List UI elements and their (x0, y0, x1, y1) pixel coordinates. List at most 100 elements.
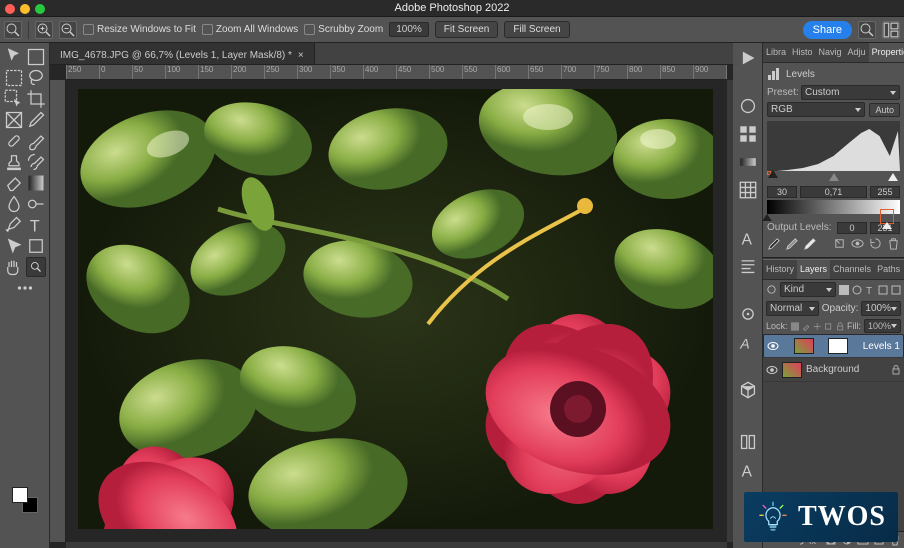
tab-history2[interactable]: History (763, 260, 797, 279)
layer-name[interactable]: Background (806, 364, 859, 375)
search-icon[interactable] (858, 21, 876, 39)
close-tab-icon[interactable]: × (298, 50, 304, 61)
scrubby-zoom-option[interactable]: Scrubby Zoom (304, 24, 383, 35)
lock-move-icon[interactable] (813, 321, 821, 332)
filter-kind-select[interactable]: Kind (780, 282, 836, 297)
blur-tool-icon[interactable] (4, 194, 24, 214)
tab-layers[interactable]: Layers (797, 260, 830, 279)
tab-channels[interactable]: Channels (830, 260, 874, 279)
dodge-tool-icon[interactable] (26, 194, 46, 214)
crop-tool-icon[interactable] (26, 89, 46, 109)
zoom-tool-icon[interactable] (4, 21, 22, 39)
resize-windows-option[interactable]: Resize Windows to Fit (83, 24, 196, 35)
layer-name[interactable]: Levels 1 (863, 341, 900, 352)
stamp-tool-icon[interactable] (4, 152, 24, 172)
input-shadow[interactable] (767, 186, 797, 198)
foreground-swatch[interactable] (12, 487, 28, 503)
preset-select[interactable]: Custom (801, 85, 900, 100)
filter-icon[interactable] (766, 284, 777, 295)
trash-icon[interactable] (887, 237, 900, 250)
zoom-all-option[interactable]: Zoom All Windows (202, 24, 298, 35)
object-select-tool-icon[interactable] (4, 89, 24, 109)
type-tool-icon[interactable]: T (26, 215, 46, 235)
lock-artboard-icon[interactable] (824, 321, 832, 332)
tab-libraries[interactable]: Libra (763, 43, 789, 62)
group-icon[interactable] (857, 534, 869, 546)
shape-tool-icon[interactable] (26, 236, 46, 256)
eyedropper-tool-icon[interactable] (26, 110, 46, 130)
gradient-tool-icon[interactable] (26, 173, 46, 193)
sample-black-icon[interactable] (767, 237, 780, 250)
tab-paths[interactable]: Paths (874, 260, 903, 279)
marquee-tool-icon[interactable] (4, 68, 24, 88)
artboard-tool-icon[interactable] (26, 47, 46, 67)
scrollbar-vertical[interactable] (727, 80, 733, 542)
delete-layer-icon[interactable] (889, 534, 901, 546)
filter-adjust-icon[interactable] (852, 285, 862, 295)
fill-input[interactable]: 100% (864, 319, 901, 333)
brush-panel-icon[interactable] (739, 305, 757, 323)
lock-brush-icon[interactable] (802, 321, 810, 332)
share-button[interactable]: Share (803, 21, 852, 39)
filter-type-icon[interactable]: T (865, 285, 875, 295)
canvas[interactable] (78, 89, 713, 529)
zoom-out-icon[interactable] (59, 21, 77, 39)
eraser-tool-icon[interactable] (4, 173, 24, 193)
mask-icon[interactable] (825, 534, 837, 546)
fit-screen-button[interactable]: Fit Screen (435, 21, 499, 38)
filter-smart-icon[interactable] (891, 285, 901, 295)
adjustment-icon[interactable] (841, 534, 853, 546)
lock-all-icon[interactable] (836, 321, 844, 332)
fx-icon[interactable]: fx (809, 534, 821, 546)
tab-properties[interactable]: Properties (869, 43, 904, 62)
fill-screen-button[interactable]: Fill Screen (504, 21, 569, 38)
output-highlight-slider[interactable] (882, 211, 892, 229)
frame-tool-icon[interactable] (4, 110, 24, 130)
color-panel-icon[interactable] (739, 97, 757, 115)
play-icon[interactable] (739, 49, 757, 67)
patterns-panel-icon[interactable] (739, 181, 757, 199)
ruler-vertical[interactable] (50, 80, 66, 542)
input-midtone[interactable] (800, 186, 867, 198)
tab-adjustments[interactable]: Adju (845, 43, 869, 62)
brush-tool-icon[interactable] (26, 131, 46, 151)
layer-background[interactable]: Background (763, 358, 904, 382)
document-tab[interactable]: IMG_4678.JPG @ 66,7% (Levels 1, Layer Ma… (50, 43, 315, 64)
output-shadow-slider[interactable] (762, 214, 772, 221)
library-expand-icon[interactable] (739, 433, 757, 451)
edit-toolbar-icon[interactable] (14, 278, 36, 298)
layer-thumb[interactable] (794, 338, 814, 354)
healing-tool-icon[interactable] (4, 131, 24, 151)
lock-transparent-icon[interactable] (791, 321, 799, 332)
sample-white-icon[interactable] (803, 237, 816, 250)
layer-thumb[interactable] (782, 362, 802, 378)
auto-button[interactable]: Auto (869, 103, 900, 117)
close-window[interactable] (5, 4, 15, 14)
link-layers-icon[interactable] (793, 534, 805, 546)
layer-mask-thumb[interactable] (828, 338, 848, 354)
blend-mode-select[interactable]: Normal (766, 301, 819, 316)
input-sliders[interactable] (769, 175, 898, 185)
reset-icon[interactable] (869, 237, 882, 250)
swatches-panel-icon[interactable] (739, 125, 757, 143)
paragraph-panel-icon[interactable] (739, 257, 757, 275)
history-brush-tool-icon[interactable] (26, 152, 46, 172)
zoom-level-input[interactable]: 100% (389, 22, 429, 37)
path-select-tool-icon[interactable] (4, 236, 24, 256)
minimize-window[interactable] (20, 4, 30, 14)
pen-tool-icon[interactable] (4, 215, 24, 235)
channel-select[interactable]: RGB (767, 102, 865, 117)
zoom-in-icon[interactable] (35, 21, 53, 39)
visibility-icon[interactable] (851, 237, 864, 250)
filter-pixel-icon[interactable] (839, 285, 849, 295)
hand-tool-icon[interactable] (4, 257, 24, 277)
move-tool-icon[interactable] (4, 47, 24, 67)
character-panel-icon[interactable]: A (739, 229, 757, 247)
input-highlight[interactable] (870, 186, 900, 198)
clip-icon[interactable] (833, 237, 846, 250)
histogram[interactable] (767, 121, 900, 171)
filter-shape-icon[interactable] (878, 285, 888, 295)
layer-levels1[interactable]: Levels 1 (763, 334, 904, 358)
glyphs-panel-icon[interactable]: A (739, 333, 757, 351)
sample-gray-icon[interactable] (785, 237, 798, 250)
